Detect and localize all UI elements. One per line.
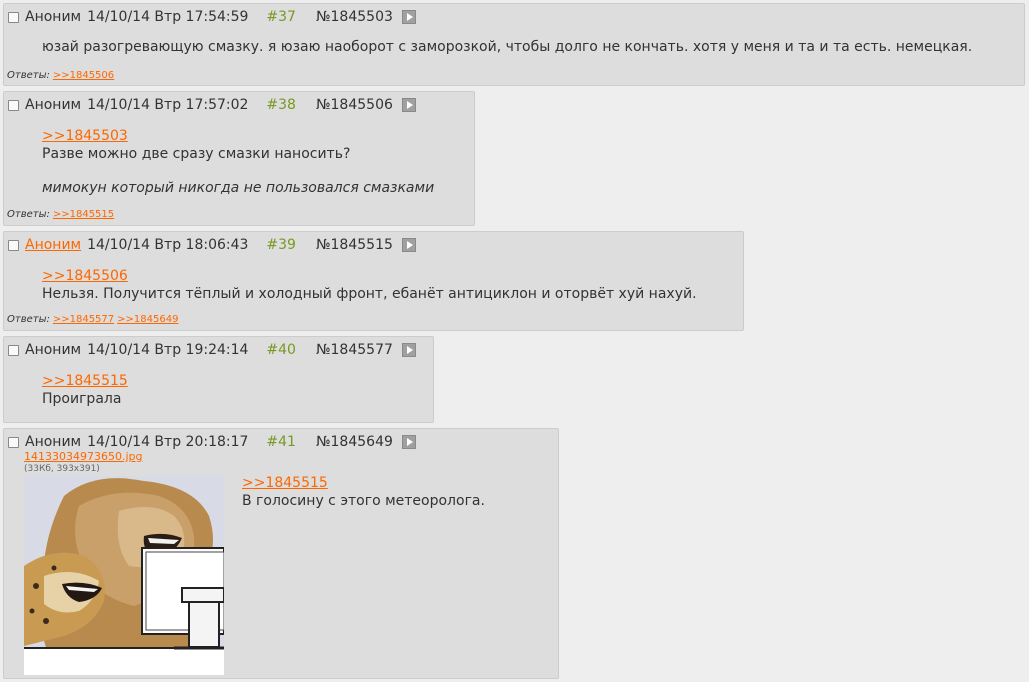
select-checkbox[interactable]	[8, 11, 19, 23]
post-signature: мимокун который никогда не пользовался с…	[42, 180, 435, 196]
post-body: >>1845515 В голосину с этого метеоролога…	[242, 474, 485, 510]
laughing-lions-image	[24, 476, 224, 675]
select-checkbox[interactable]	[8, 239, 19, 251]
post-date: 14/10/14 Втр 20:18:17	[87, 434, 249, 450]
post-id[interactable]: №1845577	[316, 342, 393, 358]
poster-name[interactable]: Аноним	[25, 237, 81, 253]
replies-label: Ответы:	[7, 70, 50, 81]
poster-name: Аноним	[25, 97, 82, 113]
post-1845649: Аноним 14/10/14 Втр 20:18:17 #41 №184564…	[3, 428, 559, 679]
post-body: >>1845515 Проиграла	[42, 372, 128, 408]
post-body: юзай разогревающую смазку. я юзаю наобор…	[42, 38, 972, 56]
post-menu-arrow-icon[interactable]	[401, 238, 416, 252]
quote-link[interactable]: >>1845506	[42, 267, 697, 285]
select-checkbox[interactable]	[8, 99, 19, 111]
post-menu-arrow-icon[interactable]	[401, 343, 416, 357]
post-id[interactable]: №1845649	[316, 434, 393, 450]
post-header: Аноним 14/10/14 Втр 18:06:43 #39 №184551…	[8, 236, 416, 254]
post-body: >>1845506 Нельзя. Получится тёплый и хол…	[42, 267, 697, 303]
reply-link[interactable]: >>1845515	[53, 209, 114, 220]
post-number[interactable]: #40	[266, 342, 296, 358]
replies-line: Ответы: >>1845577 >>1845649	[7, 314, 178, 325]
reply-link[interactable]: >>1845649	[117, 314, 178, 325]
post-id[interactable]: №1845506	[316, 97, 393, 113]
post-header: Аноним 14/10/14 Втр 17:54:59 #37 №184550…	[8, 8, 416, 26]
post-header: Аноним 14/10/14 Втр 17:57:02 #38 №184550…	[8, 96, 416, 114]
poster-name: Аноним	[25, 9, 82, 25]
reply-link[interactable]: >>1845577	[53, 314, 114, 325]
file-meta: (33Кб, 393x391)	[24, 464, 100, 474]
post-header: Аноним 14/10/14 Втр 20:18:17 #41 №184564…	[8, 433, 416, 451]
post-1845503: Аноним 14/10/14 Втр 17:54:59 #37 №184550…	[3, 3, 1025, 86]
post-text: Нельзя. Получится тёплый и холодный фрон…	[42, 286, 697, 302]
post-date: 14/10/14 Втр 17:54:59	[87, 9, 249, 25]
post-menu-arrow-icon[interactable]	[401, 98, 416, 112]
replies-label: Ответы:	[7, 314, 50, 325]
post-body: >>1845503 Разве можно две сразу смазки н…	[42, 127, 434, 197]
post-date: 14/10/14 Втр 19:24:14	[87, 342, 249, 358]
post-number[interactable]: #41	[266, 434, 296, 450]
post-date: 14/10/14 Втр 18:06:43	[87, 237, 249, 253]
post-id[interactable]: №1845515	[316, 237, 393, 253]
poster-name: Аноним	[25, 342, 82, 358]
post-header: Аноним 14/10/14 Втр 19:24:14 #40 №184557…	[8, 341, 416, 359]
poster-name: Аноним	[25, 434, 82, 450]
post-image-thumbnail[interactable]	[24, 476, 224, 675]
post-1845506: Аноним 14/10/14 Втр 17:57:02 #38 №184550…	[3, 91, 475, 226]
replies-line: Ответы: >>1845515	[7, 209, 114, 220]
post-number[interactable]: #39	[266, 237, 296, 253]
post-1845515: Аноним 14/10/14 Втр 18:06:43 #39 №184551…	[3, 231, 744, 331]
post-1845577: Аноним 14/10/14 Втр 19:24:14 #40 №184557…	[3, 336, 434, 423]
replies-label: Ответы:	[7, 209, 50, 220]
replies-line: Ответы: >>1845506	[7, 70, 114, 81]
post-date: 14/10/14 Втр 17:57:02	[87, 97, 249, 113]
quote-link[interactable]: >>1845503	[42, 127, 434, 145]
select-checkbox[interactable]	[8, 344, 19, 356]
post-text: Разве можно две сразу смазки наносить?	[42, 146, 351, 162]
post-menu-arrow-icon[interactable]	[401, 10, 416, 24]
post-menu-arrow-icon[interactable]	[401, 435, 416, 449]
file-link[interactable]: 14133034973650.jpg	[24, 450, 143, 463]
post-text: юзай разогревающую смазку. я юзаю наобор…	[42, 39, 973, 55]
post-number[interactable]: #37	[266, 9, 296, 25]
post-text: Проиграла	[42, 391, 122, 407]
post-id[interactable]: №1845503	[316, 9, 393, 25]
reply-link[interactable]: >>1845506	[53, 70, 114, 81]
post-text: В голосину с этого метеоролога.	[242, 493, 485, 509]
post-number[interactable]: #38	[266, 97, 296, 113]
quote-link[interactable]: >>1845515	[242, 474, 485, 492]
quote-link[interactable]: >>1845515	[42, 372, 128, 390]
select-checkbox[interactable]	[8, 436, 19, 448]
